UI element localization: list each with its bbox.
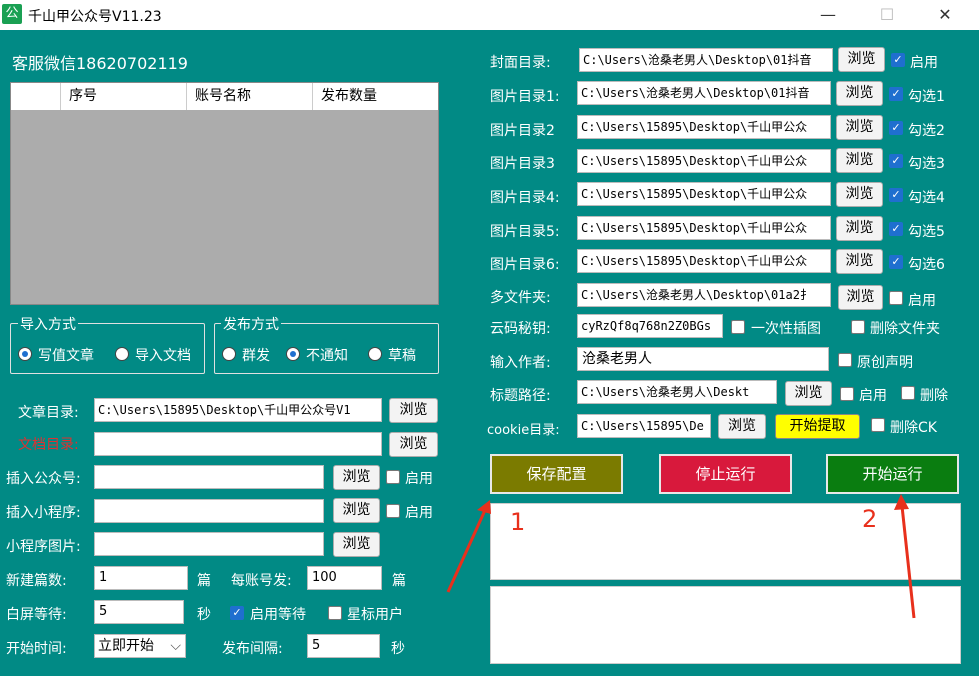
annotation-arrows: [446, 494, 916, 619]
annotation-number-1: 1: [510, 508, 526, 536]
arrow-1-line: [446, 507, 488, 593]
arrow-2-line: [900, 505, 916, 619]
annotation-number-2: 2: [862, 505, 878, 533]
arrow-1-head: [477, 500, 491, 514]
arrow-2-head: [894, 494, 909, 510]
